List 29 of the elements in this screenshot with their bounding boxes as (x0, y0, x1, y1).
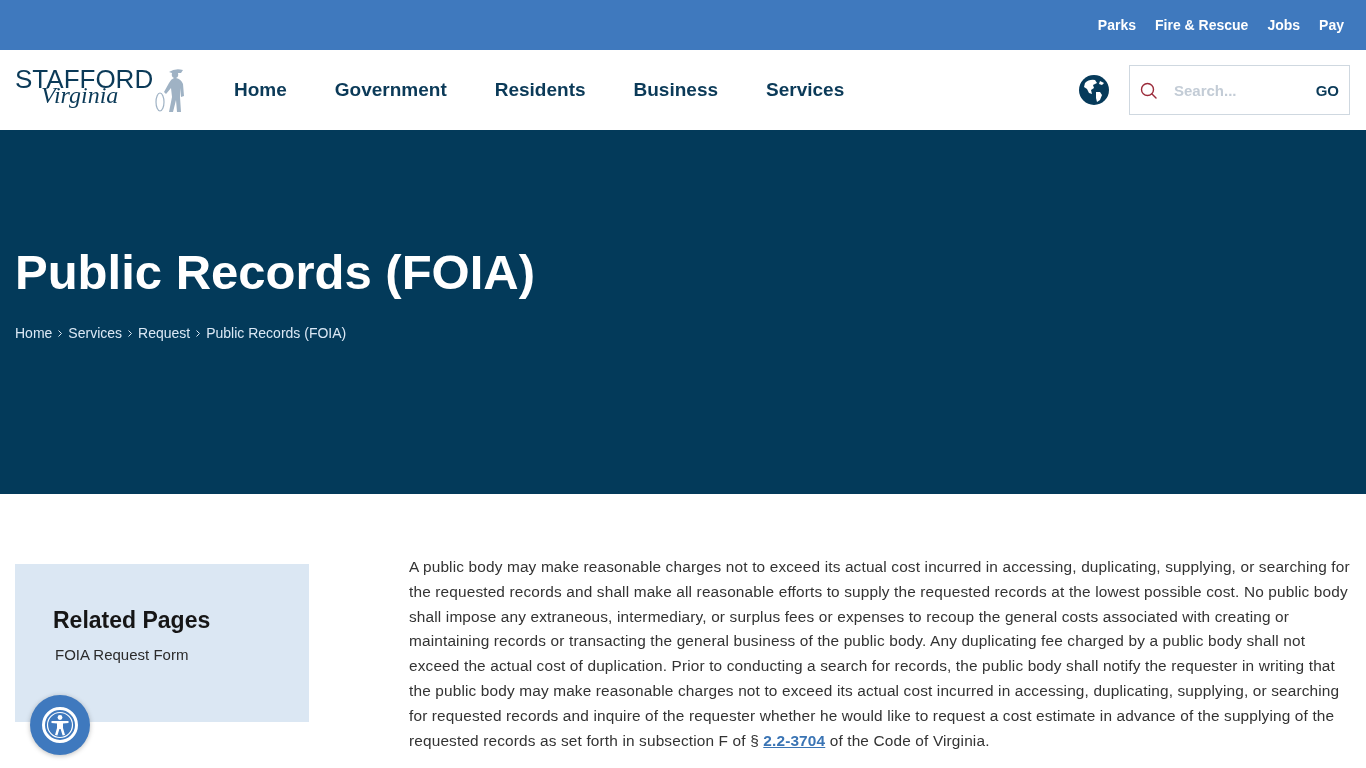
breadcrumb-link[interactable]: Services (68, 325, 123, 341)
accessibility-button[interactable] (30, 695, 90, 755)
chevron-icon (58, 329, 63, 337)
breadcrumb-link[interactable]: Request (138, 325, 191, 341)
search-icon (1140, 81, 1157, 99)
article-paragraph: A public body may make reasonable charges not to exceed its actual cost incurred in accessing, duplicating, supplying, or searching for the requested records and shall make all reasonable efforts to supply the requested records at the lowest possible cost. No public body shall impose any extraneous, intermediary, or surplus fees or expenses to recoup the general costs associated with creating or maintaining records or transacting the general business of the public body. Any duplicating fee charged by a public body shall not exceed the actual cost of duplication. Prior to conducting a search for records, the public body shall notify the requester in writing that the public body may make reasonable charges not to exceed its actual cost incurred in accessing, duplicating, supplying, or searching for requested records and inquire of the requester whether he would like to request a cost estimate in advance of the supplying of the requested records as set forth in subsection F of § 2.2-3704 of the Code of Virginia. (409, 557, 1351, 751)
utility-link[interactable]: Fire & Rescue (1155, 17, 1249, 33)
breadcrumb-current: Public Records (FOIA) (206, 325, 347, 341)
related-page-link[interactable]: FOIA Request Form (55, 645, 189, 665)
nav-link[interactable]: Government (334, 79, 447, 101)
nav-link[interactable]: Home (234, 79, 287, 101)
utility-link[interactable]: Pay (1319, 17, 1344, 33)
nav-link[interactable]: Services (766, 79, 845, 101)
related-pages-title: Related Pages (53, 606, 212, 635)
search-bar[interactable]: Search... GO (1129, 65, 1350, 115)
nav-link[interactable]: Business (633, 79, 718, 101)
utility-link[interactable]: Jobs (1267, 17, 1301, 33)
standing-figure-icon (155, 66, 187, 114)
breadcrumb-link[interactable]: Home (15, 325, 53, 341)
globe-icon[interactable] (1079, 75, 1109, 105)
nav-link[interactable]: Residents (494, 79, 586, 101)
search-field[interactable]: Search... (1174, 75, 1294, 105)
code-section-link[interactable]: 2.2-3704 (763, 731, 826, 749)
chevron-icon (196, 329, 201, 337)
page-title: Public Records (FOIA) (15, 244, 535, 301)
accessibility-icon (42, 707, 78, 743)
go-button[interactable]: GO (1313, 77, 1341, 103)
utility-link[interactable]: Parks (1097, 17, 1136, 33)
chevron-icon (128, 329, 133, 337)
